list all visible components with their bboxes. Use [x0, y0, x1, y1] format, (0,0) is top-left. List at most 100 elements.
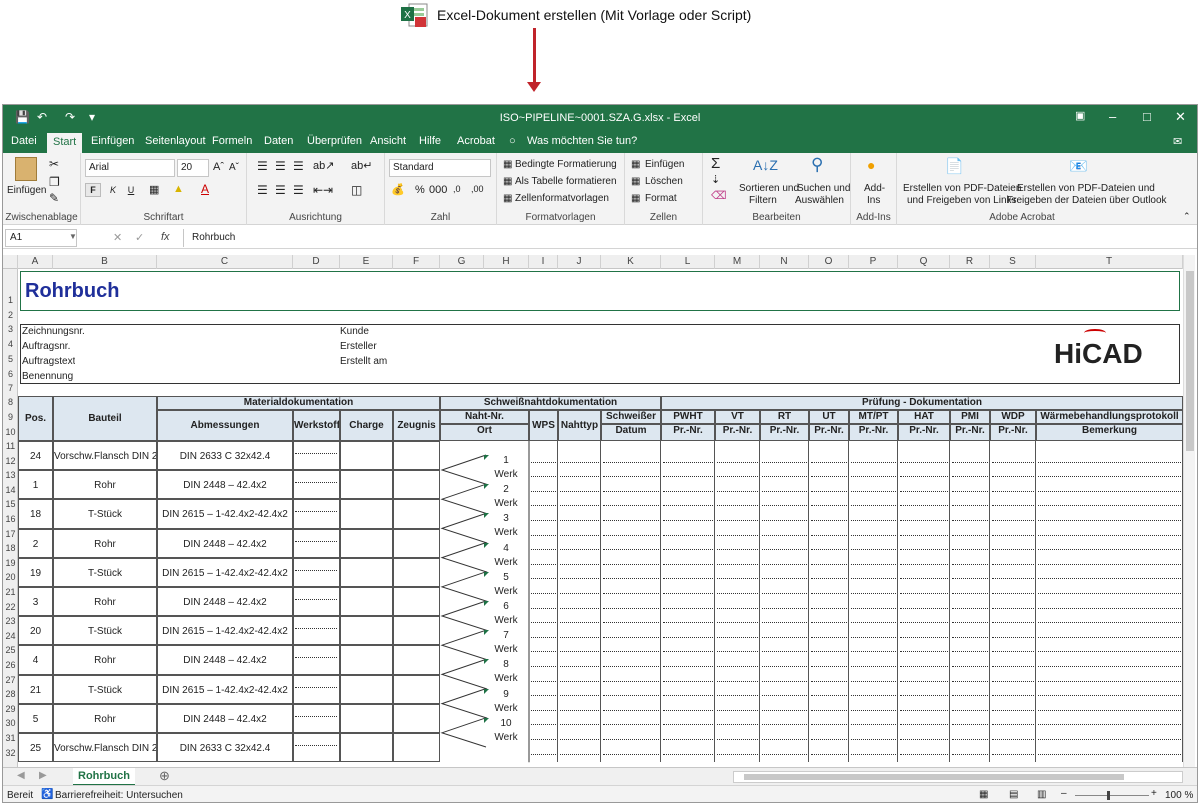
- delete-cells-button[interactable]: Löschen: [645, 176, 683, 187]
- weld-data-cell[interactable]: [715, 499, 760, 529]
- grow-font-icon[interactable]: Aˆ: [213, 161, 224, 173]
- find-select-label2[interactable]: Auswählen: [795, 195, 844, 206]
- weld-data-cell[interactable]: [601, 470, 661, 500]
- weld-data-cell[interactable]: [529, 587, 558, 617]
- align-center-icon[interactable]: ☰: [275, 183, 286, 197]
- part-pos[interactable]: 21: [18, 674, 53, 704]
- weld-data-cell[interactable]: [661, 703, 715, 733]
- weld-data-cell[interactable]: [601, 587, 661, 617]
- table-format-button[interactable]: Als Tabelle formatieren: [515, 176, 617, 187]
- weld-data-cell[interactable]: [661, 587, 715, 617]
- cancel-icon[interactable]: ✕: [113, 231, 122, 244]
- row-header[interactable]: 2: [3, 309, 18, 322]
- weld-data-cell[interactable]: [898, 587, 950, 617]
- row-header[interactable]: 12: [3, 454, 18, 469]
- row-header[interactable]: 27: [3, 673, 18, 688]
- align-left-icon[interactable]: ☰: [257, 183, 268, 197]
- material-cell[interactable]: [293, 470, 340, 500]
- weld-data-cell[interactable]: [990, 587, 1036, 617]
- seam-number[interactable]: 10: [484, 718, 528, 732]
- weld-data-cell[interactable]: [990, 441, 1036, 471]
- weld-data-cell[interactable]: [809, 674, 849, 704]
- weld-data-cell[interactable]: [849, 528, 898, 558]
- seam-location[interactable]: Werk: [484, 586, 528, 600]
- column-header[interactable]: B: [53, 255, 157, 269]
- column-header[interactable]: S: [990, 255, 1036, 269]
- weld-data-cell[interactable]: [1036, 499, 1183, 529]
- weld-data-cell[interactable]: [950, 616, 990, 646]
- paste-icon[interactable]: [15, 157, 37, 181]
- conditional-format-button[interactable]: Bedingte Formatierung: [515, 159, 617, 170]
- weld-data-cell[interactable]: [809, 528, 849, 558]
- part-name[interactable]: T-Stück: [53, 616, 157, 646]
- align-top-icon[interactable]: ☰: [257, 159, 268, 173]
- borders-icon[interactable]: ▦: [149, 183, 159, 196]
- row-header[interactable]: 9: [3, 410, 18, 425]
- weld-data-cell[interactable]: [809, 587, 849, 617]
- part-name[interactable]: Vorschw.Flansch DIN 2633: [53, 733, 157, 763]
- tab-ansicht[interactable]: Ansicht: [370, 135, 406, 147]
- material-cell[interactable]: [340, 703, 393, 733]
- material-cell[interactable]: [393, 674, 440, 704]
- material-cell[interactable]: [293, 674, 340, 704]
- seam-location[interactable]: Werk: [484, 469, 528, 483]
- part-pos[interactable]: 2: [18, 528, 53, 558]
- insert-function-icon[interactable]: fx: [161, 231, 170, 243]
- page-layout-icon[interactable]: ▤: [1009, 789, 1018, 800]
- row-header[interactable]: 20: [3, 570, 18, 585]
- align-right-icon[interactable]: ☰: [293, 183, 304, 197]
- weld-data-cell[interactable]: [950, 587, 990, 617]
- material-cell[interactable]: [293, 645, 340, 675]
- weld-data-cell[interactable]: [990, 733, 1036, 763]
- column-header[interactable]: K: [601, 255, 661, 269]
- row-header[interactable]: 24: [3, 629, 18, 644]
- indent-icon[interactable]: ⇤⇥: [313, 183, 333, 197]
- weld-data-cell[interactable]: [760, 616, 809, 646]
- part-dimensions[interactable]: DIN 2448 – 42.4x2: [157, 470, 293, 500]
- sheet-tab-rohrbuch[interactable]: Rohrbuch: [73, 768, 135, 786]
- weld-data-cell[interactable]: [601, 674, 661, 704]
- weld-data-cell[interactable]: [990, 703, 1036, 733]
- part-pos[interactable]: 24: [18, 441, 53, 471]
- weld-data-cell[interactable]: [950, 733, 990, 763]
- weld-data-cell[interactable]: [849, 645, 898, 675]
- fill-icon[interactable]: ⇣: [711, 173, 720, 186]
- column-header[interactable]: D: [293, 255, 340, 269]
- collapse-ribbon-icon[interactable]: ⌃: [1183, 211, 1191, 222]
- percent-icon[interactable]: %: [415, 184, 425, 196]
- weld-data-cell[interactable]: [898, 616, 950, 646]
- weld-data-cell[interactable]: [950, 674, 990, 704]
- seam-location[interactable]: Werk: [484, 703, 528, 717]
- column-header[interactable]: L: [661, 255, 715, 269]
- weld-data-cell[interactable]: [990, 499, 1036, 529]
- fill-color-icon[interactable]: ▲: [173, 183, 184, 195]
- part-name[interactable]: T-Stück: [53, 557, 157, 587]
- weld-data-cell[interactable]: [898, 703, 950, 733]
- material-cell[interactable]: [393, 499, 440, 529]
- weld-data-cell[interactable]: [715, 616, 760, 646]
- row-header[interactable]: 8: [3, 395, 18, 410]
- weld-data-cell[interactable]: [809, 645, 849, 675]
- weld-data-cell[interactable]: [760, 703, 809, 733]
- row-header[interactable]: 11: [3, 439, 18, 454]
- seam-location[interactable]: Werk: [484, 498, 528, 512]
- weld-data-cell[interactable]: [809, 733, 849, 763]
- column-header[interactable]: P: [849, 255, 898, 269]
- column-header[interactable]: M: [715, 255, 760, 269]
- weld-data-cell[interactable]: [898, 674, 950, 704]
- weld-data-cell[interactable]: [849, 616, 898, 646]
- align-middle-icon[interactable]: ☰: [275, 159, 286, 173]
- material-cell[interactable]: [393, 703, 440, 733]
- weld-data-cell[interactable]: [661, 499, 715, 529]
- tab-datei[interactable]: Datei: [11, 135, 37, 147]
- formula-input[interactable]: Rohrbuch: [183, 229, 1191, 247]
- part-pos[interactable]: 25: [18, 733, 53, 763]
- weld-data-cell[interactable]: [990, 645, 1036, 675]
- seam-location[interactable]: Werk: [484, 527, 528, 541]
- pdf-link-label1[interactable]: Erstellen von PDF-Dateien: [903, 183, 1021, 194]
- shrink-font-icon[interactable]: Aˇ: [229, 162, 239, 173]
- row-header[interactable]: 28: [3, 687, 18, 702]
- weld-data-cell[interactable]: [558, 528, 601, 558]
- copy-icon[interactable]: ❐: [49, 175, 60, 189]
- weld-data-cell[interactable]: [809, 703, 849, 733]
